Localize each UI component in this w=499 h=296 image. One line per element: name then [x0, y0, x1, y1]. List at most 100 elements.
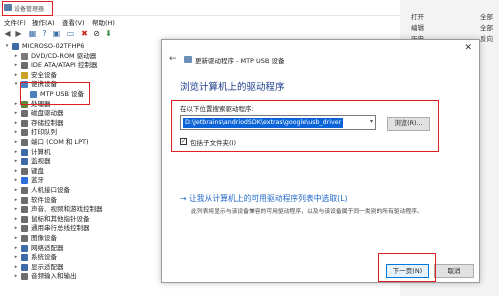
tree-item[interactable]: ▸ 蓝牙 [0, 176, 160, 185]
tree-item-label: 鼠标和其他指针设备 [31, 214, 90, 223]
collapsed-chevron-icon[interactable]: ▸ [13, 148, 19, 157]
tree-item[interactable]: ▸ 存储控制器 [0, 119, 160, 128]
refresh-icon[interactable]: ▣ [52, 29, 61, 38]
collapsed-chevron-icon[interactable]: ▸ [13, 224, 19, 233]
tree-item-label: 蓝牙 [31, 176, 44, 185]
menu-view[interactable]: 查看(V) [62, 17, 85, 27]
collapsed-chevron-icon[interactable]: ▸ [13, 272, 19, 281]
collapsed-chevron-icon[interactable]: ▸ [13, 138, 19, 147]
tree-item[interactable]: ▸ 磁盘驱动器 [0, 109, 160, 118]
back-arrow-icon[interactable]: ← [169, 54, 177, 64]
update-driver-icon[interactable]: ⬇ [104, 29, 113, 38]
menu-bar: 文件(F) 操作(A) 查看(V) 帮助(H) [0, 15, 160, 27]
collapsed-chevron-icon[interactable]: ▸ [13, 244, 19, 253]
device-category-icon [12, 43, 19, 50]
device-category-icon [21, 235, 28, 242]
dialog-window-title: 更新驱动程序 - MTP USB 设备 [195, 57, 285, 65]
ribbon-invert-label[interactable]: 反向 [480, 33, 493, 43]
collapsed-chevron-icon[interactable]: ▸ [13, 52, 19, 61]
device-category-icon [21, 110, 28, 118]
tree-item-label: 人机接口设备 [31, 186, 70, 194]
title-highlight [2, 1, 53, 16]
tree-item[interactable]: ▸ 显示适配器 [0, 263, 160, 272]
ribbon-select-none-label[interactable]: 全部 [480, 22, 493, 32]
remove-device-icon[interactable]: ✖ [80, 29, 89, 38]
portable-devices-highlight [20, 82, 90, 105]
collapsed-chevron-icon[interactable]: ▸ [13, 186, 19, 195]
cancel-button[interactable]: 取消 [434, 264, 474, 278]
ribbon-select-all-label[interactable]: 全部 [480, 11, 493, 21]
tree-item[interactable]: ▸ 声音、视频和游戏控制器 [0, 205, 160, 214]
dialog-heading: 浏览计算机上的驱动程序 [180, 82, 285, 93]
tree-item-label: 计算机 [31, 147, 51, 156]
device-category-icon [21, 273, 28, 281]
tree-item[interactable]: ▸ 安全设备 [0, 71, 160, 80]
collapsed-chevron-icon[interactable]: ▸ [13, 109, 19, 118]
collapsed-chevron-icon[interactable]: ▸ [13, 263, 19, 272]
tree-item[interactable]: ▸ 计算机 [0, 148, 160, 157]
tree-item-label: 图像设备 [31, 234, 57, 242]
ribbon-edit-label[interactable]: 编辑 [411, 22, 424, 32]
tree-item[interactable]: ▸ 音频输入和输出 [0, 272, 160, 281]
properties-icon[interactable]: ▦ [28, 29, 37, 38]
collapsed-chevron-icon[interactable]: ▸ [13, 100, 19, 109]
tree-item[interactable]: ▸ 打印队列 [0, 128, 160, 137]
tree-item[interactable]: ▸ IDE ATA/ATAPI 控制器 [0, 61, 160, 70]
tree-item-label: IDE ATA/ATAPI 控制器 [31, 61, 98, 70]
pick-from-list-link[interactable]: → 让我从计算机上的可用驱动程序列表中选取(L) [180, 193, 348, 204]
device-category-icon [21, 167, 28, 175]
tree-item[interactable]: ▸ 网络适配器 [0, 244, 160, 253]
device-category-icon [21, 263, 28, 271]
close-icon[interactable]: ✕ [464, 43, 472, 53]
collapsed-chevron-icon[interactable]: ▸ [13, 119, 19, 128]
disable-icon[interactable]: ⊘ [92, 29, 101, 38]
tree-item-label: 软件设备 [31, 195, 57, 204]
tree-item[interactable]: ▸ 通用串行总线控制器 [0, 224, 160, 233]
collapsed-chevron-icon[interactable]: ▸ [13, 71, 19, 80]
back-icon[interactable]: ◀ [3, 29, 12, 38]
collapsed-chevron-icon[interactable]: ▸ [13, 196, 19, 205]
collapsed-chevron-icon[interactable]: ▸ [13, 205, 19, 214]
tree-item-label: 监视器 [31, 157, 51, 166]
device-category-icon [21, 215, 28, 223]
expanded-chevron-icon[interactable]: ▾ [13, 80, 19, 89]
device-manager-titlebar: 设备管理器 [0, 0, 400, 16]
expanded-chevron-icon[interactable]: ▾ [4, 42, 10, 51]
collapsed-chevron-icon[interactable]: ▸ [13, 215, 19, 224]
tree-item[interactable]: ▸ 键盘 [0, 167, 160, 176]
forward-icon[interactable]: ▶ [14, 29, 23, 38]
tree-item[interactable]: ▾ MICROSO-02TFHP6 [0, 42, 160, 51]
menu-file[interactable]: 文件(F) [4, 17, 26, 27]
tree-item[interactable]: ▸ 图像设备 [0, 234, 160, 243]
ribbon-open-label[interactable]: 打开 [411, 11, 424, 21]
tree-item-label: 系统设备 [31, 253, 57, 262]
collapsed-chevron-icon[interactable]: ▸ [13, 234, 19, 243]
tree-item[interactable]: ▸ 系统设备 [0, 253, 160, 262]
collapsed-chevron-icon[interactable]: ▸ [13, 128, 19, 137]
collapsed-chevron-icon[interactable]: ▸ [13, 157, 19, 166]
tree-item[interactable]: ▸ DVD/CD-ROM 驱动器 [0, 52, 160, 61]
tree-item[interactable]: ▸ 鼠标和其他指针设备 [0, 215, 160, 224]
collapsed-chevron-icon[interactable]: ▸ [13, 61, 19, 70]
tree-item[interactable]: ▸ 人机接口设备 [0, 186, 160, 195]
monitor-icon[interactable]: ▭ [66, 29, 75, 38]
device-category-icon [21, 254, 28, 262]
tree-item-label: 网络适配器 [31, 243, 64, 252]
device-category-icon [21, 52, 28, 60]
help-icon[interactable]: ? [40, 29, 49, 38]
tree-item[interactable]: ▸ 监视器 [0, 157, 160, 166]
tree-item-label: 端口 (COM 和 LPT) [31, 138, 89, 146]
collapsed-chevron-icon[interactable]: ▸ [13, 176, 19, 185]
tree-item-label: 声音、视频和游戏控制器 [31, 205, 103, 214]
tree-item[interactable]: ▸ 软件设备 [0, 196, 160, 205]
menu-help[interactable]: 帮助(H) [92, 17, 115, 27]
tree-item-label: 显示适配器 [31, 262, 64, 271]
menu-action[interactable]: 操作(A) [32, 17, 55, 27]
tree-item[interactable]: ▸ 端口 (COM 和 LPT) [0, 138, 160, 147]
toolbar: ◀ ▶ ▦ ? ▣ ▭ ✖ ⊘ ⬇ [0, 27, 160, 40]
collapsed-chevron-icon[interactable]: ▸ [13, 167, 19, 176]
tree-item-label: 音频输入和输出 [31, 272, 77, 281]
collapsed-chevron-icon[interactable]: ▸ [13, 253, 19, 262]
device-category-icon [21, 244, 28, 252]
device-category-icon [21, 196, 28, 204]
